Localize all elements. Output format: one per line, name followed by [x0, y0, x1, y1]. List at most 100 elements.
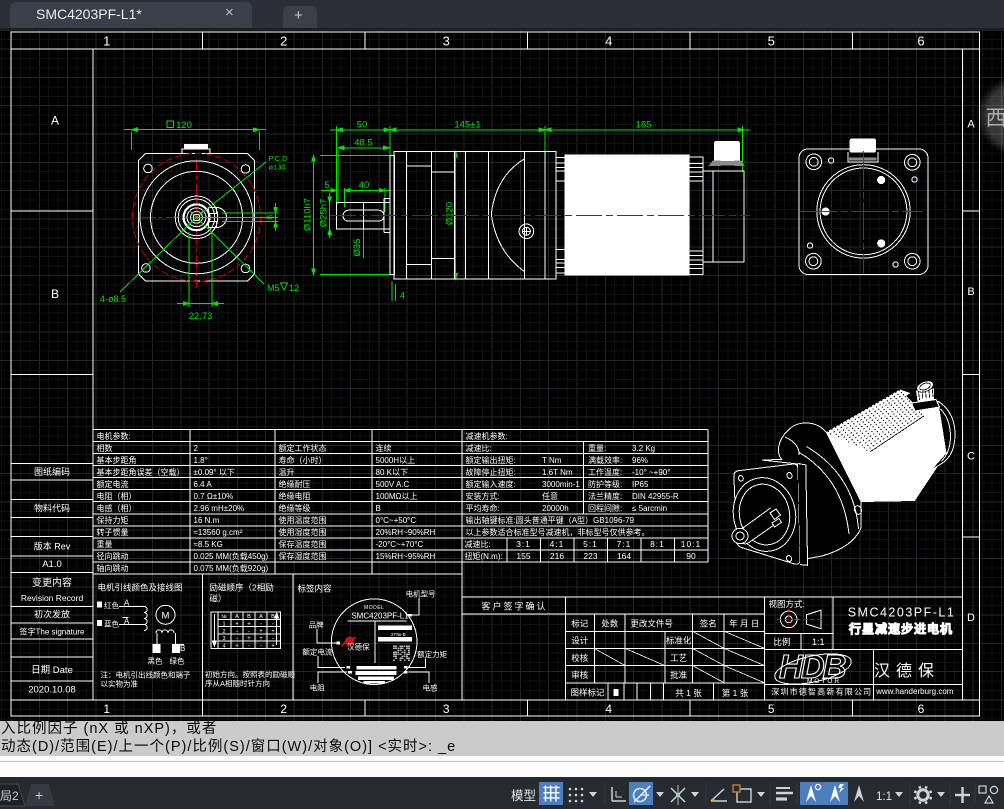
svg-text:Ø35: Ø35	[352, 239, 363, 257]
svg-text:Ø25h7: Ø25h7	[319, 199, 330, 228]
svg-text:基本步距角: 基本步距角	[97, 455, 137, 465]
svg-text:6: 6	[917, 34, 924, 49]
svg-text:励磁顺序（2相励: 励磁顺序（2相励	[210, 583, 274, 593]
svg-text:B: B	[247, 614, 251, 620]
svg-text:+: +	[247, 636, 251, 642]
svg-text:-: -	[236, 636, 238, 642]
svg-text:初次发放: 初次发放	[34, 609, 70, 620]
svg-text:相数: 相数	[97, 443, 113, 453]
svg-text:1: 1	[103, 702, 110, 716]
svg-text:3:1: 3:1	[516, 539, 531, 549]
svg-text:A1.0: A1.0	[42, 559, 62, 570]
svg-text:转子惯量: 转子惯量	[97, 527, 129, 537]
svg-text:3: 3	[443, 34, 450, 49]
svg-text:-: -	[248, 643, 250, 649]
svg-text:重量:: 重量:	[588, 443, 606, 453]
svg-text:批准: 批准	[670, 670, 688, 680]
svg-text:径向跳动: 径向跳动	[97, 551, 129, 561]
svg-text:减速比:: 减速比:	[466, 443, 492, 453]
svg-text:电感: 电感	[423, 683, 438, 693]
svg-text:版本 Rev: 版本 Rev	[34, 541, 71, 552]
svg-text:4: 4	[222, 643, 225, 649]
svg-text:8:1: 8:1	[650, 539, 665, 549]
svg-text:3.2 Kg: 3.2 Kg	[632, 444, 655, 453]
svg-text:5:1: 5:1	[583, 539, 598, 549]
svg-text:5: 5	[768, 34, 775, 49]
svg-text:审核: 审核	[571, 670, 589, 680]
svg-text:序从A相随时针方向: 序从A相随时针方向	[205, 678, 270, 688]
svg-text:A: A	[967, 119, 975, 131]
svg-text:使用湿度范围: 使用湿度范围	[279, 527, 327, 537]
svg-text:校核: 校核	[571, 653, 589, 663]
svg-text:以上参数适合标准型号减速机，非标型号仅供参考。: 以上参数适合标准型号减速机，非标型号仅供参考。	[466, 527, 650, 537]
svg-text:绝缘耐压: 绝缘耐压	[279, 479, 311, 489]
svg-text:汉德保: 汉德保	[347, 642, 370, 652]
svg-text:0.025 MM(负载450g): 0.025 MM(负载450g)	[194, 551, 269, 561]
svg-text:155: 155	[516, 551, 530, 561]
svg-text:标记: 标记	[571, 619, 589, 629]
svg-text:年 月 日: 年 月 日	[729, 619, 759, 629]
svg-text:+: +	[271, 629, 275, 635]
svg-text:1: 1	[222, 622, 225, 628]
svg-text:≈8.5 KG: ≈8.5 KG	[194, 540, 223, 549]
svg-text:额定工作状态: 额定工作状态	[279, 443, 327, 453]
svg-text:5000H以上: 5000H以上	[376, 456, 416, 465]
svg-text:-: -	[260, 643, 262, 649]
svg-text:故障停止扭矩:: 故障停止扭矩:	[466, 467, 516, 477]
svg-text:额定电流: 额定电流	[97, 479, 129, 489]
svg-text:+: +	[35, 787, 43, 803]
svg-text:96%: 96%	[632, 456, 648, 465]
svg-text:1:1: 1:1	[876, 791, 892, 803]
svg-text:绝缘电阻: 绝缘电阻	[279, 491, 311, 501]
svg-text:温升: 温升	[279, 468, 295, 477]
svg-text:标准化: 标准化	[666, 636, 692, 646]
svg-text:视图方式:: 视图方式:	[769, 599, 805, 609]
svg-text:-: -	[260, 622, 262, 628]
svg-text:Ø120: Ø120	[445, 202, 456, 225]
svg-text:任意: 任意	[542, 491, 558, 501]
svg-text:20000h: 20000h	[542, 504, 569, 513]
svg-text:40: 40	[359, 180, 370, 191]
svg-text:145±1: 145±1	[454, 120, 480, 131]
svg-text:+: +	[247, 622, 251, 628]
svg-text:1.8°: 1.8°	[194, 456, 208, 465]
svg-text:4: 4	[400, 291, 405, 301]
svg-text:ø130: ø130	[269, 163, 286, 172]
svg-text:№: №	[221, 614, 226, 620]
svg-text:+: +	[271, 643, 275, 649]
svg-text:4: 4	[605, 34, 612, 49]
svg-text:图样标记: 图样标记	[570, 687, 605, 697]
svg-text:使用温度范围: 使用温度范围	[279, 515, 327, 525]
svg-text:15%RH~95%RH: 15%RH~95%RH	[376, 552, 436, 561]
svg-text:汉德保: 汉德保	[874, 662, 940, 680]
svg-text:-: -	[236, 629, 238, 635]
svg-text:±0.09° 以下: ±0.09° 以下	[194, 468, 235, 477]
svg-text:签名: 签名	[700, 619, 717, 629]
svg-text:120: 120	[176, 120, 192, 131]
svg-text:≤ 5arcmin: ≤ 5arcmin	[632, 504, 667, 513]
svg-text:5: 5	[324, 180, 329, 190]
svg-text:M5: M5	[267, 283, 280, 293]
svg-text:C: C	[967, 451, 975, 463]
svg-text:基本步距角误差（空载）: 基本步距角误差（空载）	[97, 467, 185, 477]
svg-text:安装方式:: 安装方式:	[466, 491, 500, 501]
svg-text:www.handerburg.com: www.handerburg.com	[875, 687, 954, 696]
svg-text:100MΩ以上: 100MΩ以上	[376, 492, 418, 501]
svg-text:第 1 张: 第 1 张	[722, 688, 749, 698]
svg-text:电机型号: 电机型号	[406, 589, 436, 599]
svg-text:保存温度范围: 保存温度范围	[279, 539, 327, 549]
svg-text:变更内容: 变更内容	[32, 576, 72, 589]
svg-text:更改文件号: 更改文件号	[630, 619, 673, 629]
svg-text:处数: 处数	[601, 619, 619, 629]
svg-text:初始方向。按照表的励磁顺: 初始方向。按照表的励磁顺	[205, 669, 295, 679]
svg-text:Revision Record: Revision Record	[21, 593, 84, 603]
svg-text:回程间隙:: 回程间隙:	[588, 503, 622, 513]
svg-text:电阻: 电阻	[310, 683, 325, 693]
svg-text:电感（相）: 电感（相）	[97, 503, 137, 513]
svg-text:共 1 张: 共 1 张	[675, 688, 702, 698]
svg-text:B: B	[376, 504, 381, 513]
svg-text:设计: 设计	[571, 636, 589, 646]
svg-text:平均寿命:: 平均寿命:	[466, 503, 500, 513]
svg-text:6: 6	[918, 702, 925, 716]
svg-text:连续: 连续	[376, 443, 392, 453]
